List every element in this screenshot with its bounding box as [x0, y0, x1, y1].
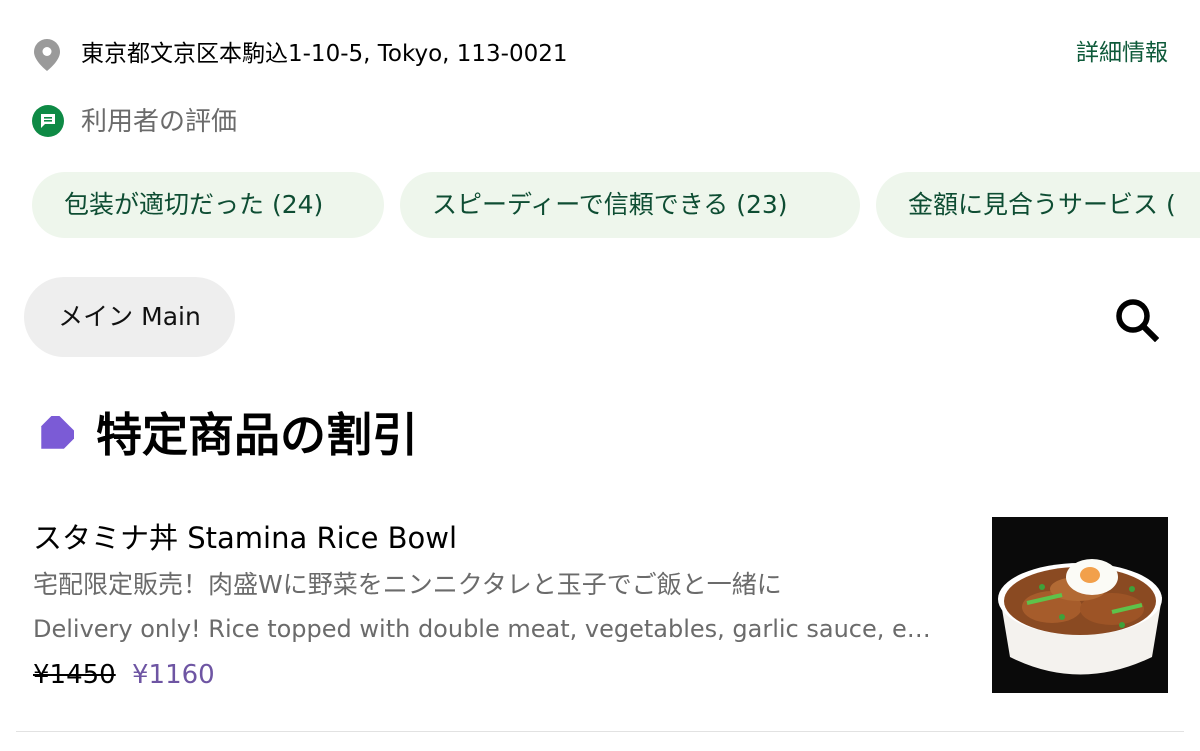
original-price: ¥1450: [33, 660, 116, 690]
menu-item-description-en: Delivery only! Rice topped with double m…: [33, 615, 943, 643]
menu-item-description-ja: 宅配限定販売！肉盛Wに野菜をニンニクタレと玉子でご飯と一緒に: [33, 570, 782, 599]
details-link[interactable]: 詳細情報: [1076, 38, 1168, 68]
chat-bubble-icon: [32, 105, 64, 137]
rating-chips: 包装が適切だった (24) スピーディーで信頼できる (23) 金額に見合うサー…: [0, 172, 1200, 238]
discounted-price: ¥1160: [131, 660, 215, 690]
location-pin-icon: [33, 38, 61, 72]
rating-chip-value[interactable]: 金額に見合うサービス (: [876, 172, 1200, 238]
divider: [16, 731, 1184, 732]
rating-chip-speed[interactable]: スピーディーで信頼できる (23): [400, 172, 860, 238]
menu-item-title[interactable]: スタミナ丼 Stamina Rice Bowl: [33, 518, 457, 558]
rating-chip-packaging[interactable]: 包装が適切だった (24): [32, 172, 384, 238]
tag-icon: [34, 411, 79, 456]
search-icon[interactable]: [1113, 296, 1160, 343]
store-address-row: 東京都文京区本駒込1-10-5, Tokyo, 113-0021 詳細情報: [0, 20, 1200, 86]
menu-item-price: ¥1450 ¥1160: [33, 657, 215, 693]
promo-section-header: 特定商品の割引: [0, 400, 1200, 470]
promo-section-title: 特定商品の割引: [96, 408, 418, 462]
menu-item-image[interactable]: [992, 517, 1168, 693]
user-ratings-title: 利用者の評価: [81, 107, 238, 137]
store-address: 東京都文京区本駒込1-10-5, Tokyo, 113-0021: [81, 41, 568, 67]
user-ratings-header: 利用者の評価: [0, 100, 1200, 146]
menu-category-main[interactable]: メイン Main: [24, 277, 235, 357]
